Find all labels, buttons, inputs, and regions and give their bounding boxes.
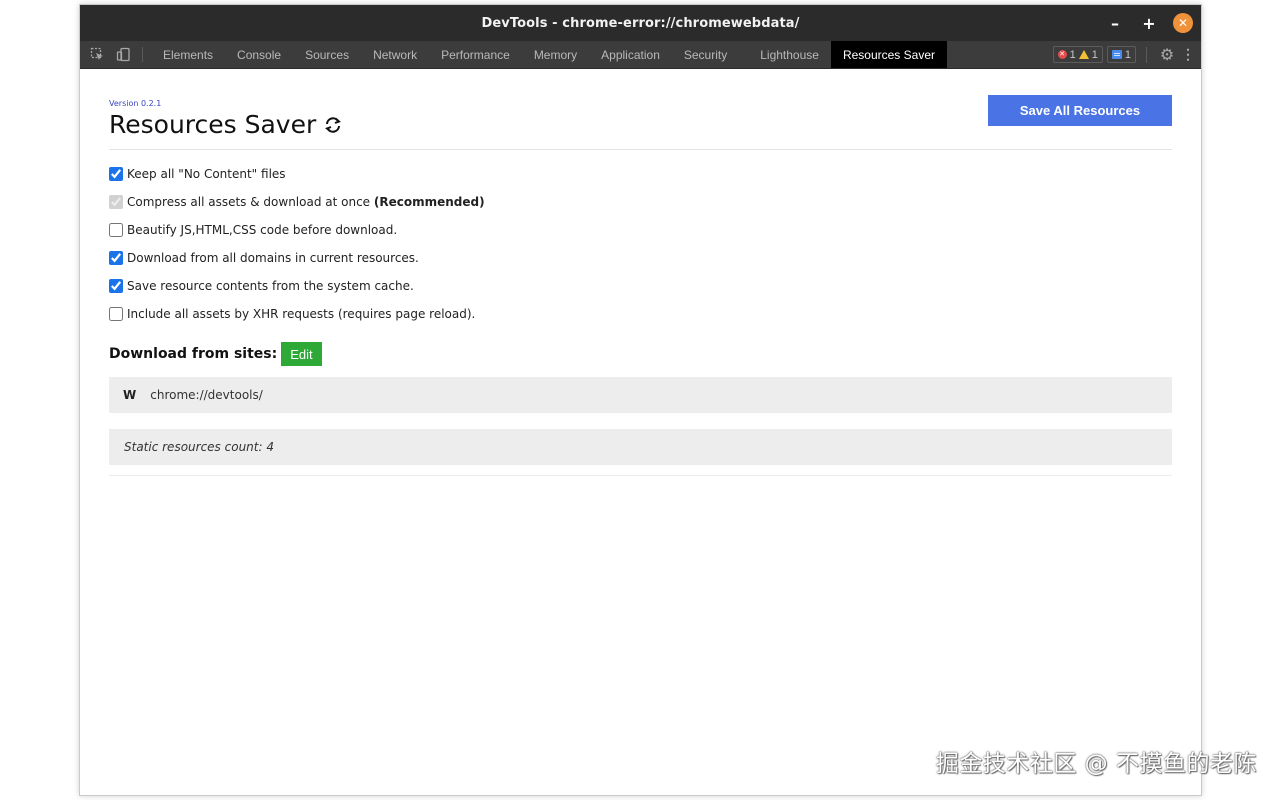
site-marker: W (123, 388, 137, 402)
tab-security[interactable]: Security (672, 41, 739, 68)
warning-icon (1078, 50, 1089, 59)
refresh-icon[interactable] (324, 116, 342, 134)
message-icon (1111, 50, 1122, 59)
all-domains-checkbox[interactable] (109, 251, 123, 265)
site-url: chrome://devtools/ (150, 388, 263, 402)
minimize-button[interactable]: – (1105, 13, 1125, 33)
devtools-tab-bar: Elements Console Sources Network Perform… (80, 41, 1201, 69)
option-xhr-requests[interactable]: Include all assets by XHR requests (requ… (109, 300, 1172, 328)
kebab-menu-icon[interactable]: ⋮ (1181, 46, 1195, 63)
device-toggle-icon[interactable] (110, 41, 136, 68)
site-list-item: W chrome://devtools/ (109, 377, 1172, 413)
page-title: Resources Saver (109, 110, 342, 139)
maximize-button[interactable]: + (1139, 13, 1159, 33)
beautify-code-checkbox[interactable] (109, 223, 123, 237)
panel-header: Resources Saver Save All Resources (109, 95, 1172, 150)
option-label: Compress all assets & download at once (127, 195, 374, 209)
page-title-text: Resources Saver (109, 110, 317, 139)
toolbar-separator (142, 47, 143, 62)
toolbar-separator (1146, 46, 1147, 63)
tab-performance[interactable]: Performance (429, 41, 522, 68)
option-all-domains[interactable]: Download from all domains in current res… (109, 244, 1172, 272)
messages-counter[interactable]: 1 (1106, 46, 1136, 63)
options-list: Keep all "No Content" files Compress all… (109, 150, 1172, 328)
tab-network[interactable]: Network (361, 41, 429, 68)
recommended-label: (Recommended) (373, 195, 485, 209)
option-beautify-code[interactable]: Beautify JS,HTML,CSS code before downloa… (109, 216, 1172, 244)
download-sites-label: Download from sites: (109, 346, 278, 362)
option-keep-no-content[interactable]: Keep all "No Content" files (109, 160, 1172, 188)
tab-elements[interactable]: Elements (151, 41, 225, 68)
tab-application[interactable]: Application (589, 41, 672, 68)
resources-saver-panel: Version 0.2.1 Resources Saver Save All R… (80, 69, 1201, 476)
warning-count: 1 (1091, 48, 1098, 61)
inspect-element-icon[interactable] (84, 41, 110, 68)
option-label: Download from all domains in current res… (127, 251, 419, 265)
error-count: 1 (1069, 48, 1076, 61)
error-icon: ✕ (1057, 50, 1067, 59)
option-system-cache[interactable]: Save resource contents from the system c… (109, 272, 1172, 300)
tab-console[interactable]: Console (225, 41, 293, 68)
option-label: Keep all "No Content" files (127, 167, 286, 181)
divider (109, 475, 1172, 476)
tab-memory[interactable]: Memory (522, 41, 589, 68)
toolbar-right: ✕ 1 1 1 ⚙ ⋮ (1052, 41, 1201, 68)
option-label: Beautify JS,HTML,CSS code before downloa… (127, 223, 398, 237)
option-label: Save resource contents from the system c… (127, 279, 414, 293)
compress-assets-checkbox[interactable] (109, 195, 123, 209)
option-compress-assets[interactable]: Compress all assets & download at once (… (109, 188, 1172, 216)
tab-resources-saver[interactable]: Resources Saver (830, 41, 947, 68)
window-controls: – + ✕ (1105, 5, 1193, 41)
xhr-requests-checkbox[interactable] (109, 307, 123, 321)
message-count: 1 (1124, 48, 1131, 61)
keep-no-content-checkbox[interactable] (109, 167, 123, 181)
download-sites-row: Download from sites: Edit (109, 342, 1172, 366)
tab-sources[interactable]: Sources (293, 41, 361, 68)
tab-lighthouse[interactable]: Lighthouse (748, 41, 831, 68)
close-button[interactable]: ✕ (1173, 13, 1193, 33)
edit-sites-button[interactable]: Edit (281, 342, 322, 366)
option-label: Include all assets by XHR requests (requ… (127, 307, 476, 321)
watermark: 掘金技术社区 @ 不摸鱼的老陈 (935, 751, 1257, 777)
issues-counter[interactable]: ✕ 1 1 (1052, 46, 1103, 63)
devtools-window: DevTools - chrome-error://chromewebdata/… (79, 4, 1202, 796)
system-cache-checkbox[interactable] (109, 279, 123, 293)
gear-icon[interactable]: ⚙ (1157, 45, 1177, 65)
title-bar: DevTools - chrome-error://chromewebdata/… (80, 5, 1201, 41)
desktop: DevTools - chrome-error://chromewebdata/… (0, 0, 1280, 800)
save-all-resources-button[interactable]: Save All Resources (988, 95, 1172, 126)
static-resources-count: Static resources count: 4 (109, 429, 1172, 465)
static-resources-count-text: Static resources count: 4 (124, 440, 274, 454)
window-title: DevTools - chrome-error://chromewebdata/ (481, 15, 800, 31)
